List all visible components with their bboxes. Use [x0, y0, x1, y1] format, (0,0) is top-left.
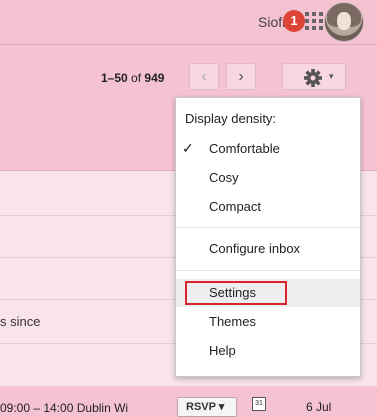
event-time-text: 09:00 – 14:00 Dublin Wi	[0, 401, 129, 415]
older-button[interactable]: ›	[226, 63, 256, 90]
menu-item-themes[interactable]: Themes	[176, 308, 360, 336]
menu-divider	[176, 270, 360, 271]
pager-of: of	[131, 71, 142, 85]
rsvp-button[interactable]: RSVP ▾	[177, 397, 237, 417]
menu-item-label: Compact	[209, 199, 262, 214]
menu-item-help[interactable]: Help	[176, 337, 360, 365]
settings-gear-button[interactable]: ▾	[282, 63, 346, 90]
menu-item-label: Themes	[209, 314, 256, 329]
menu-item-label: Cosy	[209, 170, 239, 185]
menu-item-cosy[interactable]: Cosy	[176, 164, 360, 192]
settings-highlight-outline	[185, 281, 287, 305]
menu-item-configure-inbox[interactable]: Configure inbox	[176, 235, 360, 263]
chevron-down-icon: ▾	[329, 71, 334, 81]
apps-grid-icon[interactable]	[304, 11, 324, 31]
newer-button[interactable]: ‹	[189, 63, 219, 90]
avatar-face	[337, 12, 351, 30]
display-density-heading: Display density:	[185, 111, 277, 126]
top-bar: Siofra 1	[0, 0, 377, 44]
gear-icon	[304, 69, 322, 87]
mail-date: 6 Jul	[306, 400, 332, 414]
checkmark-icon: ✓	[182, 140, 194, 156]
menu-divider	[176, 227, 360, 228]
avatar[interactable]	[324, 2, 364, 42]
menu-item-label: Help	[209, 343, 236, 358]
notification-badge[interactable]: 1	[283, 10, 305, 32]
menu-item-label: Comfortable	[209, 141, 280, 156]
mail-snippet[interactable]: s since	[0, 314, 40, 329]
menu-item-label: Configure inbox	[209, 241, 301, 256]
pager-range: 1–50	[101, 71, 128, 85]
pager-total: 949	[144, 71, 165, 85]
pager-text: 1–50 of 949	[101, 71, 164, 85]
calendar-icon[interactable]: 31	[252, 397, 266, 411]
menu-item-compact[interactable]: Compact	[176, 193, 360, 221]
settings-dropdown-menu: Display density: ✓ Comfortable Cosy Comp…	[175, 97, 361, 377]
menu-item-comfortable[interactable]: ✓ Comfortable	[176, 135, 360, 163]
